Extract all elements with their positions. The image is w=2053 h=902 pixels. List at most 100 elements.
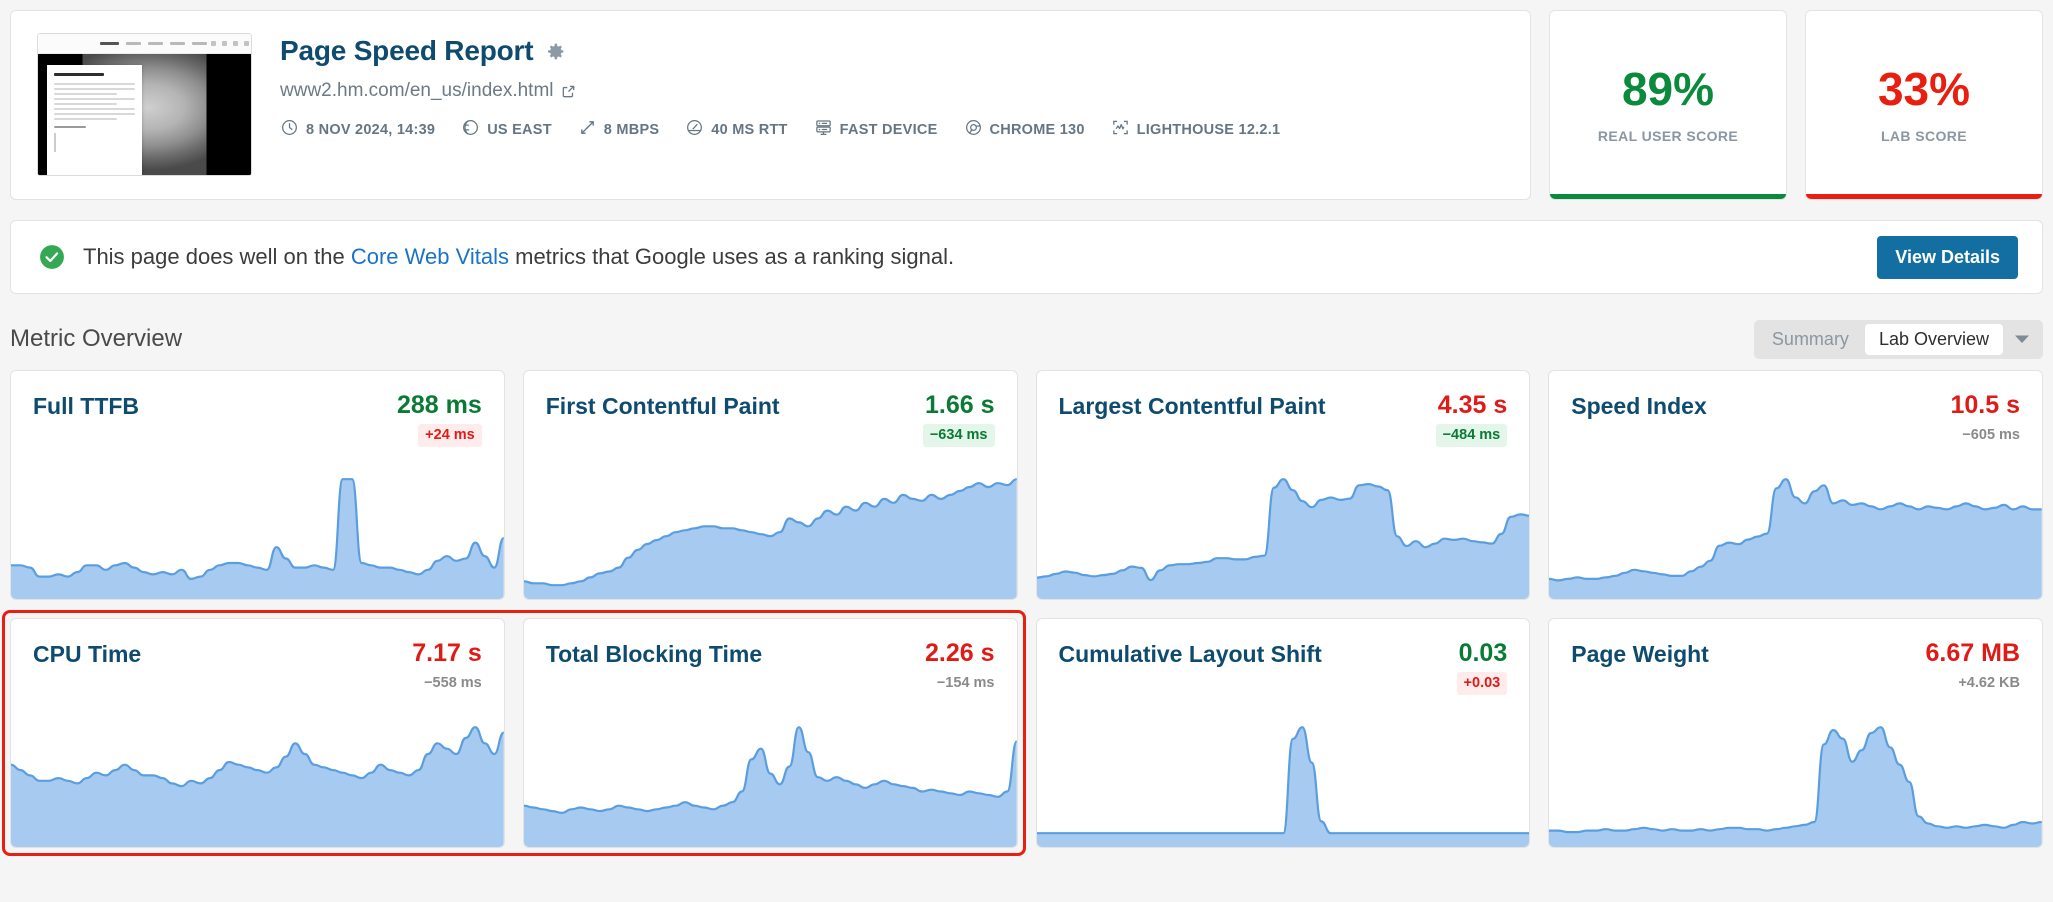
metric-values: 288 ms +24 ms	[397, 393, 482, 447]
latency-icon	[685, 118, 704, 141]
metric-value: 6.67 MB	[1925, 639, 2020, 667]
external-link-icon[interactable]	[561, 84, 576, 99]
metric-sparkline-chart	[523, 719, 1017, 847]
metric-name: Page Weight	[1571, 641, 1709, 667]
summary-row: Page Speed Report www2.hm.com/en_us/inde…	[10, 10, 2043, 200]
metric-values: 7.17 s −558 ms	[412, 641, 482, 695]
lab-score-card[interactable]: 33% LAB SCORE	[1805, 10, 2043, 200]
metric-name: CPU Time	[33, 641, 142, 667]
metric-card[interactable]: First Contentful Paint 1.66 s −634 ms	[522, 370, 1018, 600]
metric-card[interactable]: Total Blocking Time 2.26 s −154 ms	[522, 618, 1018, 848]
meta-label: CHROME 130	[989, 121, 1085, 138]
metric-name: First Contentful Paint	[545, 393, 780, 419]
metric-name: Full TTFB	[33, 393, 140, 419]
metric-delta-badge: −154 ms	[936, 675, 995, 691]
meta-item-timestamp: 8 NOV 2024, 14:39	[280, 118, 435, 141]
score-value: 89%	[1621, 63, 1715, 115]
thumbnail-consent-modal	[47, 65, 142, 175]
metric-values: 10.5 s −605 ms	[1950, 393, 2020, 447]
core-web-vitals-banner: This page does well on the Core Web Vita…	[10, 220, 2043, 294]
metric-delta-badge: −558 ms	[424, 675, 482, 691]
metric-card[interactable]: Full TTFB 288 ms +24 ms	[10, 370, 505, 600]
metric-value: 2.26 s	[924, 639, 995, 667]
chrome-icon	[964, 118, 983, 141]
metric-card-header: Full TTFB 288 ms +24 ms	[11, 371, 504, 447]
metric-delta-badge: −605 ms	[1962, 427, 2020, 443]
view-mode-toggle: Summary Lab Overview	[1753, 319, 2043, 359]
metric-sparkline-chart	[1036, 471, 1530, 599]
metric-delta-badge: +4.62 KB	[1958, 675, 2020, 691]
score-underline	[1806, 194, 2042, 199]
metric-values: 6.67 MB +4.62 KB	[1926, 641, 2020, 695]
real-user-score-card[interactable]: 89% REAL USER SCORE	[1549, 10, 1787, 200]
page-screenshot-thumbnail[interactable]	[37, 33, 252, 176]
gear-icon[interactable]	[545, 41, 566, 62]
banner-text-after: metrics that Google uses as a ranking si…	[509, 244, 955, 269]
meta-label: FAST DEVICE	[839, 121, 938, 138]
metric-value: 4.35 s	[1437, 391, 1508, 419]
page-url: www2.hm.com/en_us/index.html	[280, 80, 554, 101]
toggle-segment-lab-overview[interactable]: Lab Overview	[1864, 323, 2003, 355]
chevron-down-icon[interactable]	[2005, 334, 2039, 344]
meta-item-lighthouse: LIGHTHOUSE 12.2.1	[1111, 118, 1281, 141]
thumbnail-browser-bar	[38, 34, 251, 54]
metric-value: 288 ms	[396, 391, 482, 419]
page-speed-report-page: Page Speed Report www2.hm.com/en_us/inde…	[0, 0, 2053, 902]
metric-sparkline-chart	[523, 471, 1017, 599]
page-title: Page Speed Report	[280, 35, 534, 66]
report-title-row: Page Speed Report	[280, 35, 1280, 67]
metric-card[interactable]: Page Weight 6.67 MB +4.62 KB	[1548, 618, 2043, 848]
metric-value: 10.5 s	[1950, 391, 2020, 419]
clock-icon	[280, 118, 299, 141]
page-url-row[interactable]: www2.hm.com/en_us/index.html	[280, 80, 1280, 102]
metric-card[interactable]: CPU Time 7.17 s −558 ms	[10, 618, 505, 848]
meta-label: 40 MS RTT	[711, 121, 788, 138]
core-web-vitals-link[interactable]: Core Web Vitals	[351, 244, 509, 269]
metric-name: Cumulative Layout Shift	[1058, 641, 1322, 667]
metric-card-header: Largest Contentful Paint 4.35 s −484 ms	[1037, 371, 1530, 447]
thumbnail-toolbar-icons	[211, 41, 251, 46]
metric-values: 2.26 s −154 ms	[925, 641, 995, 695]
report-details: Page Speed Report www2.hm.com/en_us/inde…	[280, 33, 1280, 141]
metric-sparkline-chart	[11, 471, 504, 599]
score-label: REAL USER SCORE	[1597, 128, 1739, 144]
thumbnail-nav-links	[100, 42, 207, 45]
metric-delta-badge: −484 ms	[1435, 424, 1508, 447]
metric-overview-title: Metric Overview	[10, 325, 183, 352]
banner-text-before: This page does well on the	[83, 244, 351, 269]
meta-item-latency: 40 MS RTT	[685, 118, 787, 141]
score-label: LAB SCORE	[1880, 128, 1968, 144]
metric-card[interactable]: Cumulative Layout Shift 0.03 +0.03	[1035, 618, 1531, 848]
server-icon	[814, 118, 833, 141]
metric-sparkline-chart	[1036, 719, 1530, 847]
metric-card-header: Cumulative Layout Shift 0.03 +0.03	[1037, 619, 1530, 695]
globe-icon	[461, 118, 480, 141]
meta-label: 8 NOV 2024, 14:39	[306, 121, 436, 138]
report-metadata-row: 8 NOV 2024, 14:39 US EAST 8 MBPS 40 MS R…	[280, 118, 1280, 141]
report-summary-card: Page Speed Report www2.hm.com/en_us/inde…	[10, 10, 1531, 200]
view-details-button[interactable]: View Details	[1877, 235, 2018, 279]
metric-card-grid: Full TTFB 288 ms +24 ms First Contentful Pa…	[2, 370, 2043, 856]
metric-card[interactable]: Largest Contentful Paint 4.35 s −484 ms	[1035, 370, 1531, 600]
check-circle-icon	[39, 244, 65, 270]
metric-card-header: Total Blocking Time 2.26 s −154 ms	[524, 619, 1017, 695]
score-value: 33%	[1877, 63, 1971, 115]
meta-item-device: FAST DEVICE	[814, 118, 938, 141]
metric-card-header: First Contentful Paint 1.66 s −634 ms	[524, 371, 1017, 447]
metric-name: Total Blocking Time	[545, 641, 763, 667]
meta-label: LIGHTHOUSE 12.2.1	[1136, 121, 1281, 138]
metric-values: 1.66 s −634 ms	[922, 393, 995, 447]
toggle-segment-summary[interactable]: Summary	[1758, 324, 1863, 355]
metric-sparkline-chart	[1549, 471, 2042, 599]
metric-delta-badge: +0.03	[1456, 672, 1508, 695]
metric-name: Largest Contentful Paint	[1058, 393, 1326, 419]
bandwidth-icon	[578, 118, 597, 141]
metric-sparkline-chart	[11, 719, 504, 847]
meta-item-browser: CHROME 130	[964, 118, 1085, 141]
metric-value: 7.17 s	[412, 639, 482, 667]
metric-values: 0.03 +0.03	[1456, 641, 1508, 695]
metric-values: 4.35 s −484 ms	[1435, 391, 1508, 447]
metric-delta-badge: −634 ms	[922, 424, 995, 447]
meta-item-region: US EAST	[461, 118, 552, 141]
metric-card[interactable]: Speed Index 10.5 s −605 ms	[1548, 370, 2043, 600]
